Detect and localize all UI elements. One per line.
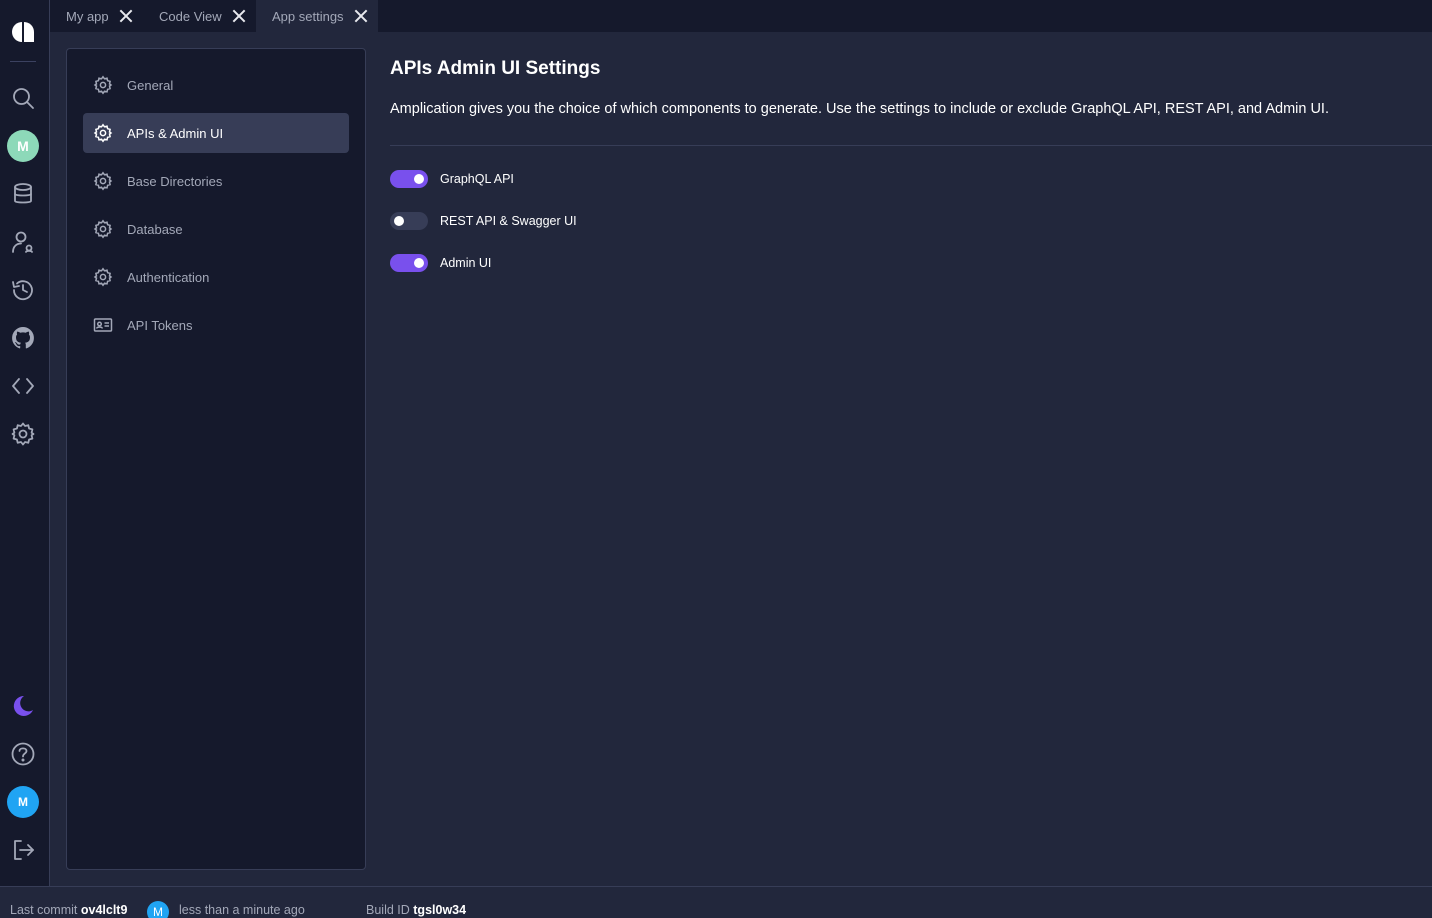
- gear-icon: [93, 75, 113, 95]
- github-icon[interactable]: [7, 322, 39, 354]
- build-label: Build ID: [366, 903, 410, 917]
- rail-divider: [10, 61, 36, 62]
- nav-label: Base Directories: [127, 173, 223, 189]
- close-icon[interactable]: [232, 9, 246, 23]
- logo-icon[interactable]: [7, 16, 39, 48]
- help-icon[interactable]: [7, 738, 39, 770]
- nav-label: APIs & Admin UI: [127, 125, 224, 141]
- search-icon[interactable]: [7, 82, 39, 114]
- status-footer: Last commit ov4lclt9 M less than a minut…: [0, 886, 1432, 918]
- history-icon[interactable]: [7, 274, 39, 306]
- toggle-label: REST API & Swagger UI: [440, 214, 577, 228]
- users-icon[interactable]: [7, 226, 39, 258]
- settings-nav-panel: General APIs & Admin UI Base Directories…: [66, 48, 366, 870]
- tab-app-settings[interactable]: App settings: [256, 0, 378, 32]
- page-description: Amplication gives you the choice of whic…: [390, 101, 1329, 117]
- moon-icon[interactable]: [7, 690, 39, 722]
- graphql-api-toggle[interactable]: [390, 170, 428, 188]
- page-title: APIs Admin UI Settings: [390, 58, 601, 79]
- nav-label: Database: [127, 221, 183, 237]
- commit-time: less than a minute ago: [179, 903, 305, 917]
- toggle-knob: [414, 174, 424, 184]
- last-commit-label: Last commit: [10, 903, 78, 917]
- settings-nav-apis-admin-ui[interactable]: APIs & Admin UI: [83, 113, 349, 153]
- tab-code-view[interactable]: Code View: [143, 0, 254, 32]
- close-icon[interactable]: [354, 9, 368, 23]
- toggle-knob: [414, 258, 424, 268]
- tab-my-app[interactable]: My app: [50, 0, 141, 32]
- id-card-icon: [93, 318, 113, 332]
- logout-icon[interactable]: [7, 834, 39, 866]
- commit-id: ov4lclt9: [80, 903, 128, 917]
- close-icon[interactable]: [119, 9, 133, 23]
- nav-label: General: [127, 77, 174, 93]
- gear-icon: [93, 267, 113, 287]
- settings-nav-base-directories[interactable]: Base Directories: [83, 161, 349, 201]
- nav-label: Authentication: [127, 269, 210, 285]
- user-avatar[interactable]: M: [7, 786, 39, 818]
- toggle-row-admin-ui: Admin UI: [390, 253, 491, 273]
- nav-label: API Tokens: [127, 317, 193, 333]
- divider: [390, 145, 1432, 146]
- toggle-label: Admin UI: [440, 256, 492, 270]
- rest-api-toggle[interactable]: [390, 212, 428, 230]
- database-icon[interactable]: [7, 178, 39, 210]
- settings-nav-authentication[interactable]: Authentication: [83, 257, 349, 297]
- last-commit[interactable]: Last commit ov4lclt9: [10, 903, 127, 917]
- toggle-label: GraphQL API: [440, 172, 514, 186]
- gear-icon[interactable]: [7, 418, 39, 450]
- app-avatar[interactable]: M: [7, 130, 39, 162]
- toggle-row-graphql: GraphQL API: [390, 169, 514, 189]
- build-id-value: tgsl0w34: [413, 903, 467, 917]
- left-rail: M M: [0, 0, 50, 886]
- admin-ui-toggle[interactable]: [390, 254, 428, 272]
- app-root: M M My app Code View App settings Genera…: [0, 0, 1432, 918]
- toggle-row-rest: REST API & Swagger UI: [390, 211, 577, 231]
- tab-label: My app: [66, 8, 109, 24]
- gear-icon: [93, 123, 113, 143]
- tab-bar: My app Code View App settings: [50, 0, 1432, 32]
- code-icon[interactable]: [7, 370, 39, 402]
- tab-label: App settings: [272, 8, 344, 24]
- tab-label: Code View: [159, 8, 222, 24]
- toggle-knob: [394, 216, 404, 226]
- settings-nav-general[interactable]: General: [83, 65, 349, 105]
- build-id[interactable]: Build ID tgsl0w34: [366, 903, 466, 917]
- settings-nav-database[interactable]: Database: [83, 209, 349, 249]
- gear-icon: [93, 219, 113, 239]
- gear-icon: [93, 171, 113, 191]
- settings-nav-api-tokens[interactable]: API Tokens: [83, 305, 349, 345]
- commit-avatar: M: [147, 901, 169, 918]
